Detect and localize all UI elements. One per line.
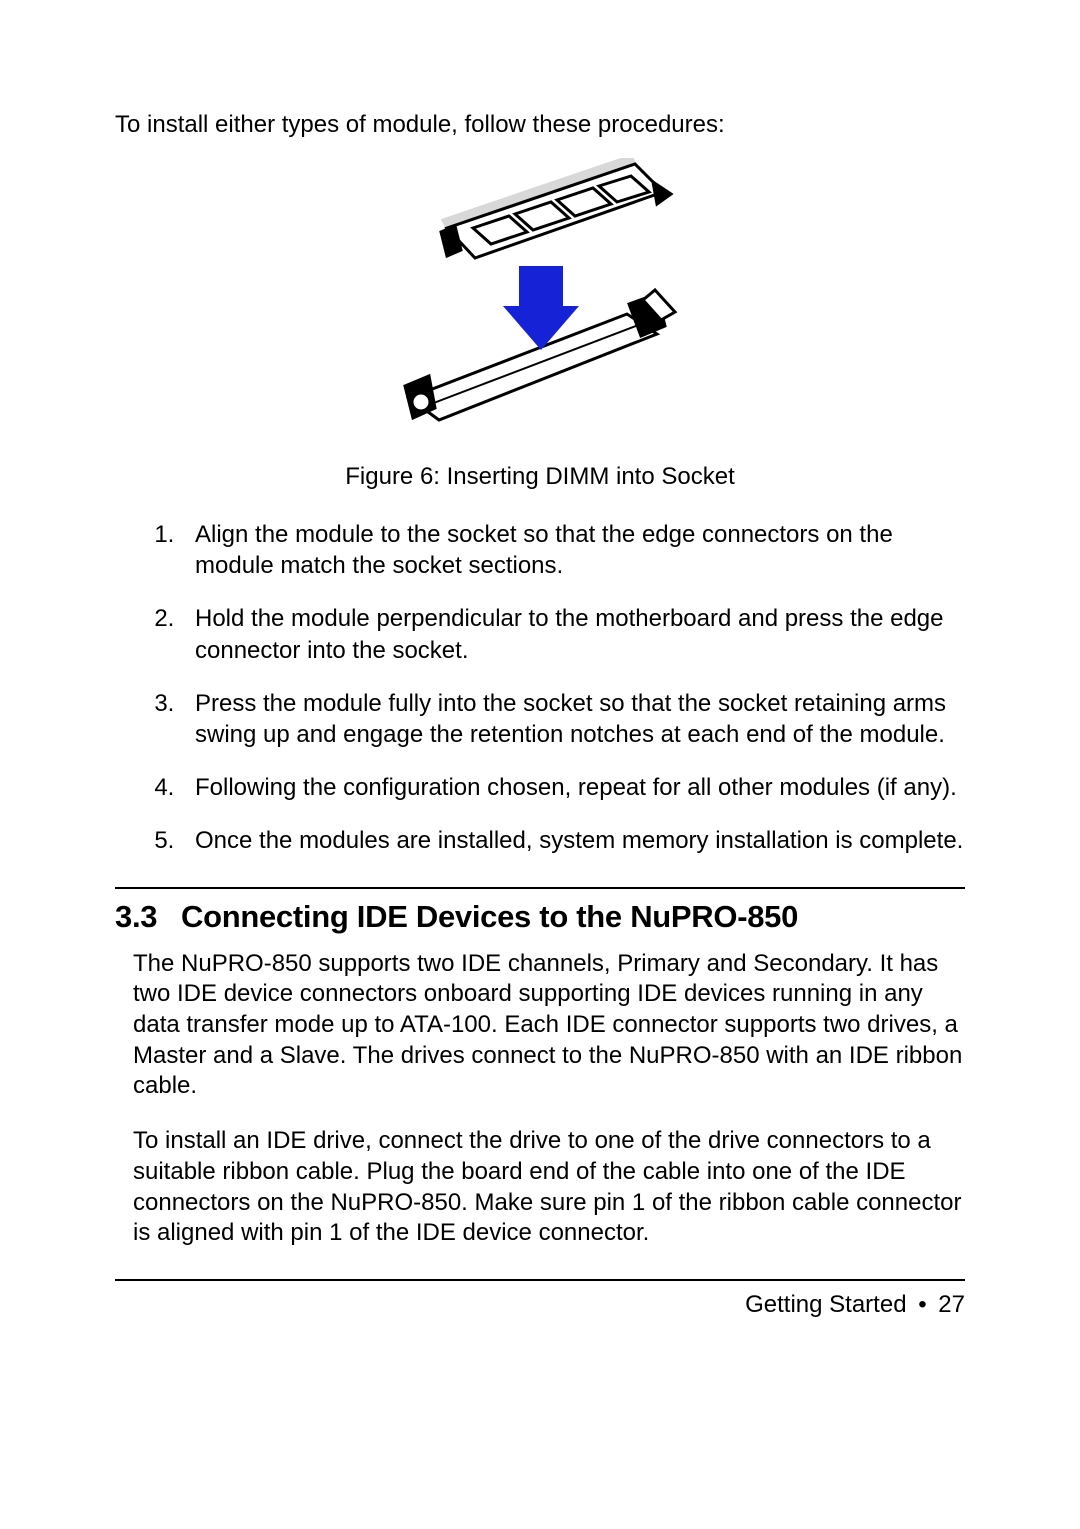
body-paragraph: The NuPRO-850 supports two IDE channels,… xyxy=(133,949,965,1103)
footer-page-number: 27 xyxy=(938,1291,965,1318)
section-number: 3.3 xyxy=(115,899,181,935)
section-heading: 3.3 Connecting IDE Devices to the NuPRO-… xyxy=(115,899,965,935)
intro-text: To install either types of module, follo… xyxy=(115,110,965,140)
list-item: Press the module fully into the socket s… xyxy=(181,688,965,750)
bullet-icon: • xyxy=(913,1291,931,1318)
footer-divider xyxy=(115,1279,965,1281)
list-item: Following the configuration chosen, repe… xyxy=(181,772,965,803)
section-title: Connecting IDE Devices to the NuPRO-850 xyxy=(181,899,798,935)
figure-caption: Figure 6: Inserting DIMM into Socket xyxy=(115,463,965,491)
figure-dimm-insertion xyxy=(115,158,965,443)
list-item: Hold the module perpendicular to the mot… xyxy=(181,603,965,665)
document-page: To install either types of module, follo… xyxy=(0,0,1080,1529)
procedure-steps: Align the module to the socket so that t… xyxy=(115,519,965,857)
dimm-illustration-icon xyxy=(395,158,685,438)
list-item: Once the modules are installed, system m… xyxy=(181,825,965,856)
list-item: Align the module to the socket so that t… xyxy=(181,519,965,581)
section-divider xyxy=(115,887,965,889)
page-footer: Getting Started • 27 xyxy=(115,1279,965,1319)
footer-chapter: Getting Started xyxy=(745,1291,906,1318)
body-paragraph: To install an IDE drive, connect the dri… xyxy=(133,1126,965,1249)
